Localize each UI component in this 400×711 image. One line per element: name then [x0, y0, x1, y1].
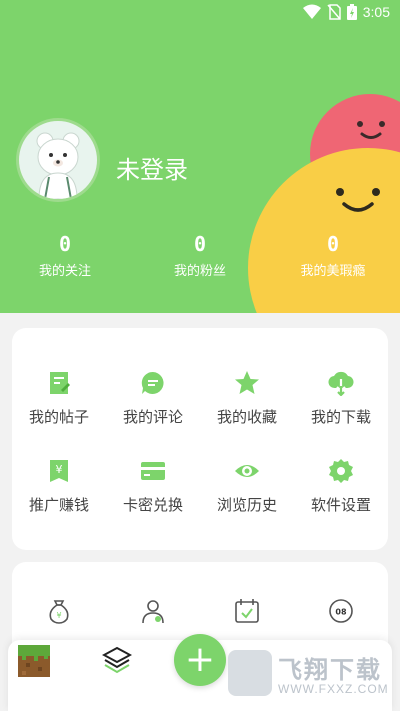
avatar[interactable]: [16, 118, 100, 202]
menu-item-my-favorites[interactable]: 我的收藏: [200, 370, 294, 427]
profile-header: 3:05 未登录 0 我的关注 0 我的粉丝 0 我的美瑕瘾: [0, 0, 400, 313]
menu-item-my-comments[interactable]: 我的评论: [106, 370, 200, 427]
post-icon: [50, 372, 70, 394]
menu-label: 我的收藏: [216, 408, 277, 426]
watermark-title: 飞翔下载: [278, 656, 382, 684]
wifi-icon: [302, 4, 321, 19]
svg-text:¥: ¥: [56, 611, 61, 620]
watermark-url: WWW.FXXZ.COM: [278, 682, 389, 696]
svg-text:¥: ¥: [56, 463, 63, 476]
eye-icon: [235, 465, 259, 477]
no-sim-icon: [327, 4, 341, 20]
stat-coins-value: 0: [326, 232, 340, 256]
grass-block-icon[interactable]: [18, 645, 50, 677]
clock-number: 08: [335, 608, 347, 617]
stat-following-value: 0: [58, 232, 72, 256]
menu-label: 我的帖子: [28, 408, 89, 426]
menu-item-card-redeem[interactable]: 卡密兑换: [106, 458, 200, 515]
status-time: 3:05: [362, 4, 390, 20]
stat-following[interactable]: 0 我的关注: [10, 230, 120, 279]
download-icon: [328, 371, 354, 396]
menu-label: 卡密兑换: [122, 496, 183, 514]
menu-label: 我的评论: [122, 408, 183, 426]
bear-avatar-icon: [36, 132, 80, 199]
menu-item-browse-history[interactable]: 浏览历史: [200, 458, 294, 515]
star-icon: [235, 371, 259, 394]
menu-card: 我的帖子 我的评论 我的收藏 我的下载 ¥ 推广赚钱 卡密兑换 浏览历史 软件设…: [12, 328, 388, 550]
menu-item-settings[interactable]: 软件设置: [294, 458, 388, 515]
watermark-icon: [228, 650, 272, 696]
menu-label: 浏览历史: [216, 496, 277, 514]
gear-icon: [329, 459, 353, 483]
battery-icon: [346, 4, 357, 20]
stat-coins-label: 我的美瑕瘾: [300, 264, 366, 279]
menu-label: 软件设置: [310, 496, 371, 514]
clock-08-icon[interactable]: 08: [328, 598, 354, 624]
add-icon: +: [184, 639, 216, 680]
menu-item-my-posts[interactable]: 我的帖子: [12, 370, 106, 427]
menu-item-my-downloads[interactable]: 我的下载: [294, 370, 388, 427]
card-icon: [141, 462, 165, 480]
calendar-check-icon[interactable]: [234, 598, 260, 624]
layers-icon[interactable]: [102, 646, 132, 674]
stat-following-label: 我的关注: [38, 264, 91, 279]
stats-row: 0 我的关注 0 我的粉丝 0 我的美瑕瘾: [0, 230, 400, 290]
yuan-ticket-icon: ¥: [50, 460, 68, 482]
user-badge-icon[interactable]: [140, 598, 166, 624]
menu-label: 我的下载: [310, 408, 371, 426]
watermark-logo: 飞翔下载 WWW.FXXZ.COM: [228, 650, 392, 700]
money-bag-icon[interactable]: ¥: [46, 598, 72, 624]
stat-followers-label: 我的粉丝: [173, 264, 226, 279]
stat-coins[interactable]: 0 我的美瑕瘾: [278, 230, 388, 279]
stat-followers-value: 0: [193, 232, 207, 256]
stat-followers[interactable]: 0 我的粉丝: [145, 230, 255, 279]
login-prompt[interactable]: 未登录: [116, 150, 188, 185]
status-bar: 3:05: [0, 0, 400, 28]
comment-icon: [141, 371, 164, 394]
menu-label: 推广赚钱: [28, 496, 89, 514]
add-button[interactable]: +: [174, 634, 226, 686]
menu-item-promote-earn[interactable]: ¥ 推广赚钱: [12, 458, 106, 515]
